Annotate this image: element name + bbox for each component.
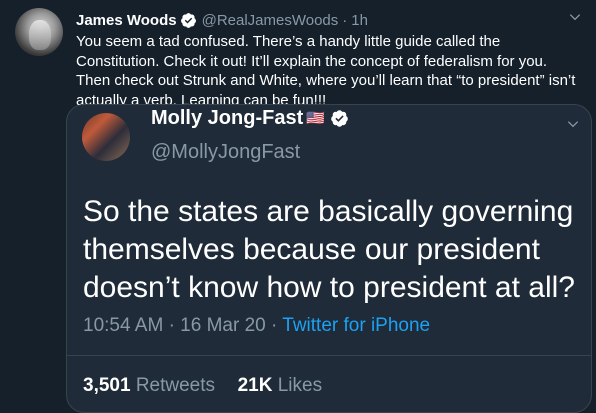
verified-badge-icon — [180, 12, 196, 28]
divider — [67, 355, 591, 356]
flag-emoji-icon: 🇺🇸 — [306, 110, 325, 127]
separator-dot: · — [271, 315, 278, 336]
separator-dot: · — [342, 11, 348, 29]
engagement-stats: 3,501 Retweets 21K Likes — [83, 375, 322, 397]
verified-badge-icon — [331, 109, 348, 127]
quoted-time[interactable]: 10:54 AM — [83, 315, 163, 336]
retweets-label[interactable]: Retweets — [136, 375, 215, 396]
avatar[interactable] — [15, 8, 63, 56]
avatar-face — [29, 20, 51, 50]
tweet-header: James Woods @RealJamesWoods · 1h — [76, 10, 368, 30]
source-link[interactable]: Twitter for iPhone — [282, 315, 430, 336]
tweet-text: You seem a tad confused. There’s a handy… — [76, 33, 576, 109]
likes-label[interactable]: Likes — [278, 375, 322, 396]
quoted-tweet-meta: 10:54 AM · 16 Mar 20 · Twitter for iPhon… — [83, 315, 430, 337]
quoted-date[interactable]: 16 Mar 20 — [180, 315, 266, 336]
separator-dot: · — [168, 315, 175, 336]
retweets-count[interactable]: 3,501 — [83, 375, 131, 396]
chevron-down-icon[interactable] — [566, 117, 580, 131]
likes-count[interactable]: 21K — [238, 375, 273, 396]
quoted-tweet[interactable]: Molly Jong-Fast 🇺🇸 @MollyJongFast So the… — [66, 104, 592, 413]
tweet-time[interactable]: 1h — [351, 12, 368, 29]
quoted-avatar[interactable] — [82, 113, 130, 161]
tweet: James Woods @RealJamesWoods · 1h You see… — [0, 0, 596, 413]
quoted-author-handle[interactable]: @MollyJongFast — [151, 141, 300, 164]
quoted-tweet-text: So the states are basically governing th… — [83, 195, 575, 304]
chevron-down-icon[interactable] — [568, 10, 582, 24]
quoted-name-row: Molly Jong-Fast 🇺🇸 — [151, 107, 354, 130]
author-name[interactable]: James Woods — [76, 12, 177, 29]
quoted-author-name[interactable]: Molly Jong-Fast — [151, 107, 303, 130]
author-handle[interactable]: @RealJamesWoods — [202, 12, 339, 29]
